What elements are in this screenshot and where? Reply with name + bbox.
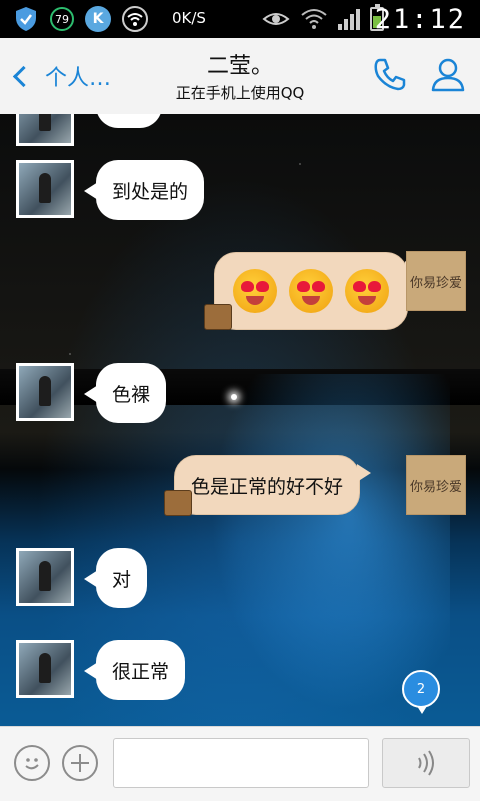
profile-button[interactable] — [428, 54, 468, 94]
shield-icon — [14, 6, 38, 32]
bubble-sticker-icon — [204, 304, 232, 330]
person-icon — [431, 58, 465, 92]
new-message-count: 2 — [416, 681, 426, 697]
voice-button[interactable] — [382, 738, 470, 788]
chat-area[interactable]: 到处是的 你易珍爱 色裸 色是正常的好不好 你易珍爱 对 很正常 — [0, 114, 480, 726]
message-bubble[interactable]: 色裸 — [83, 363, 167, 423]
heart-eyes-emoji-icon — [233, 269, 277, 313]
message-text: 很正常 — [112, 660, 170, 683]
clock: 21:12 — [374, 4, 466, 35]
battery-saver-value: 79 — [50, 7, 74, 31]
message-bubble[interactable]: 对 — [83, 548, 148, 608]
heart-eyes-emoji-icon — [345, 269, 389, 313]
contact-avatar[interactable] — [16, 363, 74, 421]
wifi-icon — [300, 6, 328, 32]
message-text: 到处是的 — [112, 180, 189, 203]
add-button[interactable] — [62, 745, 98, 781]
message-bubble[interactable]: 很正常 — [83, 640, 186, 700]
smiley-icon — [25, 758, 39, 770]
bubble-sticker-icon — [164, 490, 192, 516]
message-bubble-emoji[interactable] — [214, 252, 419, 330]
contact-avatar[interactable] — [16, 160, 74, 218]
battery-saver-icon: 79 — [50, 6, 74, 32]
message-bubble[interactable]: 色是正常的好不好 — [174, 455, 372, 515]
message-text: 色是正常的好不好 — [191, 475, 344, 498]
phone-call-button[interactable] — [370, 54, 410, 94]
contact-avatar[interactable] — [16, 640, 74, 698]
new-message-badge[interactable]: 2 — [402, 670, 440, 714]
phone-icon — [374, 58, 406, 91]
heart-eyes-emoji-icon — [289, 269, 333, 313]
message-text: 对 — [112, 568, 132, 591]
signal-icon — [336, 6, 362, 32]
self-avatar-text: 你易珍爱 — [409, 479, 462, 495]
self-avatar[interactable]: 你易珍爱 — [406, 455, 466, 515]
self-avatar-text: 你易珍爱 — [409, 275, 462, 291]
message-input[interactable] — [113, 738, 369, 788]
background-light — [231, 394, 237, 400]
wifi-icon — [122, 6, 158, 32]
self-avatar[interactable]: 你易珍爱 — [406, 251, 466, 311]
chat-header: 个人… 二莹。 正在手机上使用QQ — [0, 38, 480, 115]
k-icon: K — [85, 6, 111, 32]
plus-icon — [71, 754, 89, 772]
input-bar — [0, 726, 480, 801]
eye-icon — [262, 6, 290, 32]
message-text: 色裸 — [112, 383, 151, 406]
contact-avatar[interactable] — [16, 548, 74, 606]
message-bubble[interactable]: 到处是的 — [83, 160, 205, 220]
contact-avatar[interactable] — [16, 114, 74, 146]
emoji-button[interactable] — [14, 745, 50, 781]
status-bar: 79 K 0K/S 21:12 — [0, 0, 480, 38]
voice-wave-icon — [418, 750, 434, 776]
net-speed: 0K/S — [172, 9, 206, 27]
